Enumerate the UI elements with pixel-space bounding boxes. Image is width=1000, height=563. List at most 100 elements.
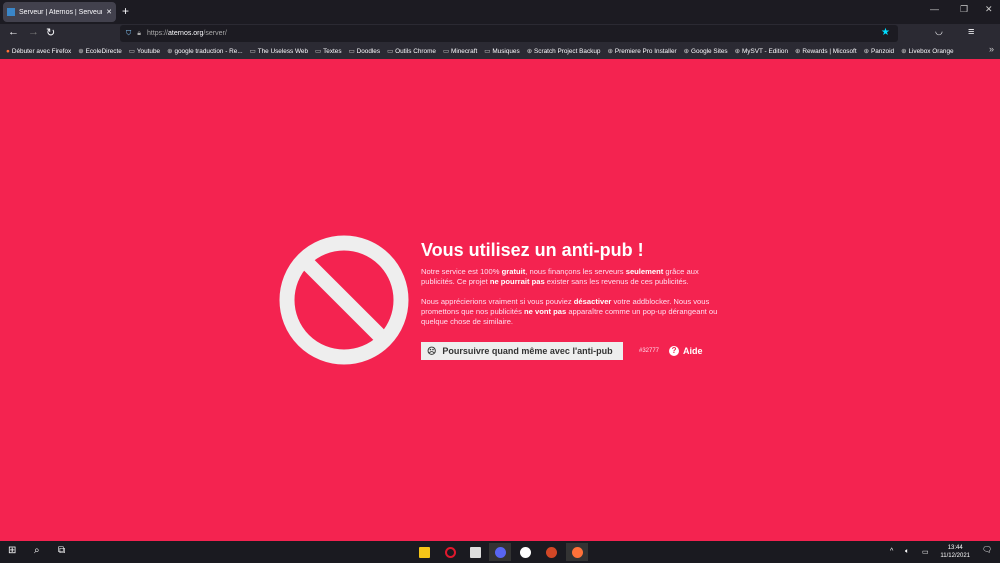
google-assistant-icon[interactable] (514, 543, 536, 561)
sad-face-icon: ☹ (427, 345, 437, 356)
globe-icon: ⊕ (863, 48, 869, 55)
bookmark-star-icon[interactable]: ★ (881, 27, 890, 38)
bookmark-item[interactable]: ⊕ Rewards | Micosoft (795, 47, 857, 55)
bookmark-item[interactable]: ⊕ Livebox Orange (901, 47, 953, 55)
adblock-message: Vous utilisez un anti-pub ! Notre servic… (421, 240, 721, 337)
globe-icon: ⊕ (683, 48, 689, 55)
bookmark-label: MySVT - Edition (741, 48, 789, 55)
clock[interactable]: 13:44 11/12/2021 (940, 544, 970, 560)
bookmark-item[interactable]: ⊕ EcoleDirecte (78, 47, 122, 55)
file-explorer-icon[interactable] (413, 543, 435, 561)
new-tab-button[interactable]: + (122, 4, 129, 18)
volume-icon[interactable]: 🔈︎ (905, 548, 909, 556)
firefox-icon: ● (6, 47, 10, 55)
continue-label: Poursuivre quand même avec l'anti-pub (442, 346, 613, 356)
bookmark-label: google traduction - Re... (174, 48, 243, 55)
bookmark-item[interactable]: ⊕ Google Sites (684, 47, 728, 55)
nav-bar: ← → ↻ ⛉ 🔒︎ https://aternos.org/server/ ★ … (0, 24, 1000, 43)
bookmark-item[interactable]: ▭ Youtube (129, 47, 160, 55)
bookmark-label: Musiques (492, 48, 520, 55)
folder-icon: ▭ (442, 48, 449, 55)
bookmark-label: Panzoid (870, 48, 895, 55)
menu-icon[interactable]: ≡ (968, 26, 974, 38)
reload-button[interactable]: ↻ (46, 26, 55, 39)
folder-icon: ▭ (484, 48, 491, 55)
show-hidden-icons[interactable]: ^ (890, 548, 893, 555)
powerpoint-icon[interactable] (540, 543, 562, 561)
bookmark-label: Scratch Project Backup (534, 48, 601, 55)
notifications-icon[interactable]: 🗨︎ (982, 545, 992, 554)
back-button[interactable]: ← (8, 26, 19, 38)
bookmark-label: Rewards | Micosoft (802, 48, 857, 55)
url-bar[interactable]: ⛉ 🔒︎ https://aternos.org/server/ ★ (120, 25, 898, 42)
globe-icon: ⊕ (526, 48, 533, 55)
more-bookmarks-icon[interactable]: » (989, 44, 994, 54)
minimize-button[interactable]: — (930, 4, 939, 14)
taskbar: ⊞ ⌕ ⧉ ^ 🔈︎ ▭ 13:44 11/12/2021 🗨︎ (0, 541, 1000, 563)
bookmark-label: Youtube (136, 48, 161, 55)
folder-icon: ▭ (387, 48, 394, 55)
globe-icon: ⊕ (734, 48, 740, 55)
continue-with-adblock-button[interactable]: ☹ Poursuivre quand même avec l'anti-pub (421, 342, 623, 360)
bookmark-item[interactable]: ▭ Minecraft (443, 47, 477, 55)
page-title: Vous utilisez un anti-pub ! (421, 240, 644, 260)
bookmark-item[interactable]: ▭ Outils Chrome (387, 47, 436, 55)
tab-title: Serveur | Aternos | Serveur Minecraft (19, 8, 103, 16)
folder-icon: ▭ (348, 48, 355, 55)
bookmark-label: Doodles (356, 48, 381, 55)
bookmarks-bar: ● Débuter avec Firefox ⊕ EcoleDirecte ▭ Youtu… (0, 43, 1000, 59)
task-view-icon[interactable]: ⧉ (58, 545, 65, 556)
search-icon[interactable]: ⌕ (34, 545, 40, 556)
bookmark-item[interactable]: ⊕ Premiere Pro Installer (607, 47, 676, 55)
tab-bar: Serveur | Aternos | Serveur Minecraft✕ +… (0, 0, 1000, 24)
bookmark-label: Textes (323, 48, 342, 55)
help-link[interactable]: ? Aide (669, 346, 703, 356)
network-icon[interactable]: ▭ (922, 548, 929, 556)
close-window-button[interactable]: ✕ (985, 4, 993, 15)
aternos-favicon-icon (7, 8, 15, 16)
pocket-icon[interactable]: ◡ (935, 26, 943, 37)
opera-icon[interactable] (439, 543, 461, 561)
paragraph-2: Nous apprécierions vraiment si vous pouv… (421, 297, 718, 326)
bookmark-item[interactable]: ⊕ google traduction - Re... (167, 47, 243, 55)
tab-aternos[interactable]: Serveur | Aternos | Serveur Minecraft✕ (3, 2, 116, 22)
url-domain: aternos.org (168, 30, 204, 37)
help-label: Aide (683, 346, 703, 356)
bookmark-item[interactable]: ▭ Musiques (484, 47, 519, 55)
bookmark-label: Livebox Orange (908, 48, 954, 55)
date: 11/12/2021 (940, 553, 970, 559)
globe-icon: ⊕ (607, 48, 613, 55)
globe-icon: ⊕ (795, 48, 801, 55)
globe-icon: ⊕ (901, 48, 907, 55)
discord-icon[interactable] (489, 543, 511, 561)
bookmark-item[interactable]: ⊕ Scratch Project Backup (527, 47, 601, 55)
question-icon: ? (669, 346, 680, 356)
forward-button[interactable]: → (28, 26, 39, 38)
store-icon[interactable] (464, 543, 486, 561)
url-prefix: https:// (146, 30, 168, 37)
bookmark-item[interactable]: ▭ Textes (315, 47, 342, 55)
bookmark-label: Premiere Pro Installer (614, 48, 677, 55)
restore-button[interactable]: ❐ (960, 4, 968, 15)
bookmark-label: EcoleDirecte (85, 48, 122, 55)
folder-icon: ▭ (249, 48, 256, 55)
windows-start-icon[interactable]: ⊞ (8, 545, 16, 556)
no-adblock-icon (279, 235, 409, 365)
lock-icon[interactable]: 🔒︎ (137, 30, 141, 38)
bookmark-label: Outils Chrome (395, 48, 436, 55)
bookmark-item[interactable]: ⊕ Panzoid (864, 47, 894, 55)
time: 13:44 (947, 545, 963, 551)
bookmark-item[interactable]: ▭ Doodles (349, 47, 381, 55)
bookmark-item[interactable]: ● Débuter avec Firefox (6, 48, 71, 55)
bookmark-label: Google Sites (691, 48, 728, 55)
folder-icon: ▭ (315, 48, 322, 55)
globe-icon: ⊕ (167, 48, 173, 55)
bookmark-label: The Useless Web (257, 48, 309, 55)
close-tab-icon[interactable]: ✕ (106, 8, 112, 16)
firefox-icon[interactable] (566, 543, 588, 561)
session-id: #32777 (639, 348, 660, 354)
globe-icon: ⊕ (78, 48, 84, 55)
shield-icon[interactable]: ⛉ (126, 30, 131, 38)
bookmark-item[interactable]: ▭ The Useless Web (250, 47, 308, 55)
bookmark-item[interactable]: ⊕ MySVT - Edition (735, 47, 788, 55)
